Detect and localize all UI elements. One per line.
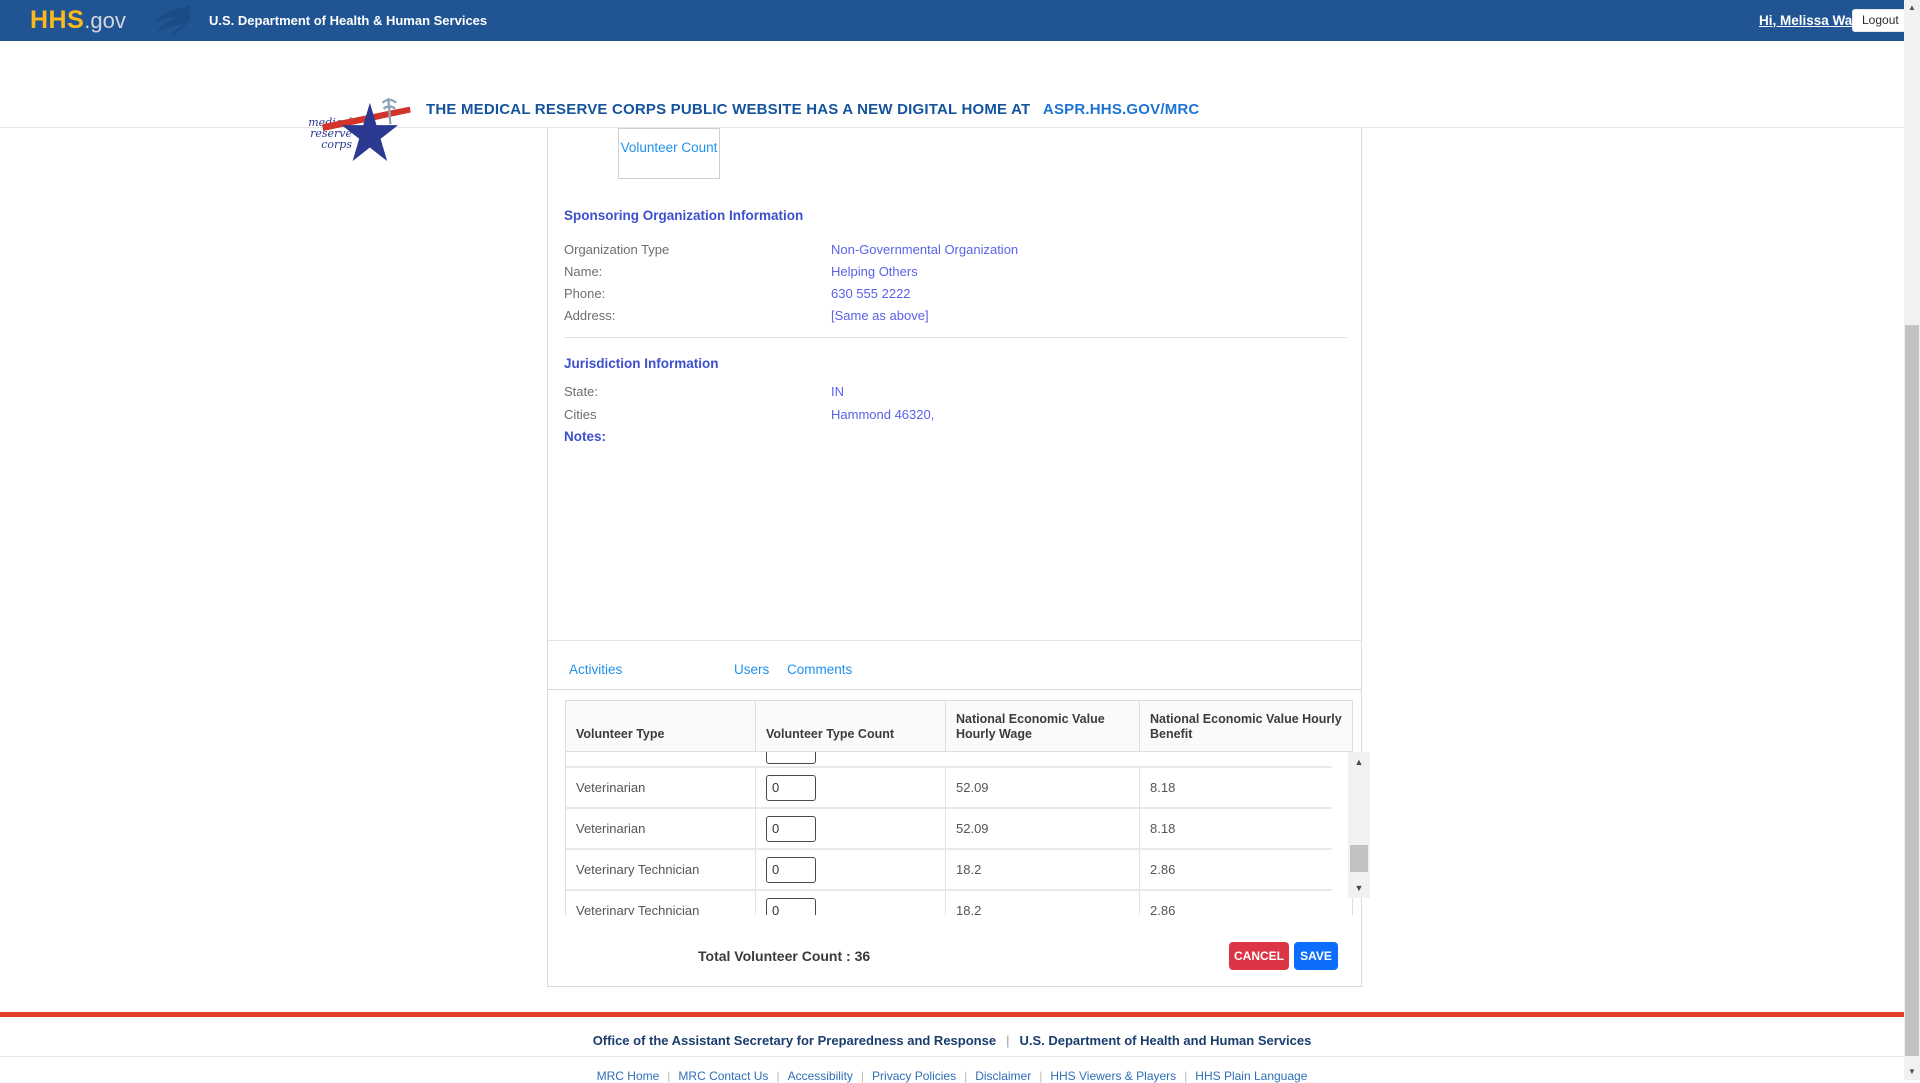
hourly-benefit-cell: 2.86 [1150,903,1176,915]
footer-link-disclaimer[interactable]: Disclaimer [975,1069,1031,1083]
volunteer-type-cell: Veterinarian [566,809,756,848]
tab-volunteer-count[interactable]: Volunteer Count [618,128,720,179]
volunteer-table-header: Volunteer Type Volunteer Type Count Nati… [565,700,1353,752]
save-button[interactable]: SAVE [1294,942,1338,970]
scrollbar-down-arrow-icon[interactable]: ▼ [1904,1064,1920,1080]
table-scrollbar: ▲ ▼ [1348,752,1370,898]
table-scroll-down-arrow-icon[interactable]: ▼ [1348,878,1370,898]
browser-scrollbar: ▲ ▼ [1904,0,1920,1080]
volunteer-type-cell: Veterinarian [566,768,756,807]
footer-link-accessibility[interactable]: Accessibility [788,1069,853,1083]
org-phone-value: 630 555 2222 [831,286,911,301]
footer-link-mrc-contact[interactable]: MRC Contact Us [678,1069,768,1083]
scrollbar-up-arrow-icon[interactable]: ▲ [1904,0,1920,16]
notes-label: Notes: [564,429,607,444]
org-name-value: Helping Others [831,264,918,279]
hourly-wage-cell: 52.09 [946,768,1140,807]
volunteer-table-body: Veterinarian 52.09 8.18 Veterinarian 52.… [565,752,1353,915]
cancel-button[interactable]: CANCEL [1229,942,1289,970]
volunteer-type-cell: Veterinary Technician [566,850,756,889]
footer-org-hhs: U.S. Department of Health and Human Serv… [1019,1033,1312,1048]
organization-detail-card: Sponsoring Organization Information Orga… [547,128,1370,987]
table-row: Veterinary Technician 18.2 2.86 [566,850,1332,891]
volunteer-count-input[interactable] [766,856,816,883]
column-header-volunteer-type-count: Volunteer Type Count [756,701,946,751]
hourly-wage-cell: 52.09 [946,809,1140,848]
tab-users[interactable]: Users [734,651,769,689]
table-row: Veterinarian 52.09 8.18 [566,809,1332,850]
banner-message: THE MEDICAL RESERVE CORPS PUBLIC WEBSITE… [426,101,1199,118]
footer-divider [0,1056,1904,1057]
logout-button[interactable]: Logout [1852,9,1909,32]
cities-value: Hammond 46320, [831,407,935,422]
footer-link-mrc-home[interactable]: MRC Home [597,1069,660,1083]
hhs-gov-logo[interactable]: HHS.gov [30,6,126,35]
org-address-label: Address: [564,308,616,323]
footer-red-divider [0,1012,1904,1017]
tab-activities[interactable]: Activities [569,651,622,689]
hourly-benefit-cell: 2.86 [1150,862,1176,877]
hhs-logo-primary: HHS [30,6,85,34]
mrc-star-logo-icon [322,97,411,162]
volunteer-count-input[interactable] [766,897,816,915]
user-greeting-link[interactable]: Hi, Melissa Watt [1759,0,1861,41]
footer-org-line: Office of the Assistant Secretary for Pr… [592,1033,1312,1048]
hourly-wage-cell: 18.2 [946,891,1140,915]
sponsor-section-title: Sponsoring Organization Information [564,208,804,223]
column-header-nev-hourly-wage: National Economic Value Hourly Wage [946,701,1140,751]
mrc-banner: medical reserve corps THE MEDICAL RESERV… [0,41,1904,162]
state-label: State: [564,384,598,399]
hourly-benefit-cell: 8.18 [1150,780,1176,795]
section-divider [564,337,1347,338]
tabs-top-divider [548,640,1361,641]
hhs-logo-suffix: .gov [84,8,126,33]
column-header-volunteer-type: Volunteer Type [566,701,756,751]
volunteer-count-input[interactable] [766,774,816,801]
department-title: U.S. Department of Health & Human Servic… [209,13,488,28]
footer-link-plain-language[interactable]: HHS Plain Language [1195,1069,1307,1083]
org-address-value: [Same as above] [831,308,929,323]
org-phone-label: Phone: [564,286,606,301]
banner-message-text: THE MEDICAL RESERVE CORPS PUBLIC WEBSITE… [426,101,1031,118]
footer-link-privacy[interactable]: Privacy Policies [872,1069,956,1083]
total-volunteer-count: Total Volunteer Count : 36 [698,948,871,964]
scrollbar-thumb[interactable] [1905,325,1919,1056]
page: HHS.gov U.S. Department of Health & Huma… [0,0,1909,1083]
table-row: Veterinary Technician 18.2 2.86 [566,891,1332,915]
cities-label: Cities [564,407,597,422]
volunteer-type-cell: Veterinary Technician [566,891,756,915]
table-row-partial-top [566,752,1332,768]
table-row: Veterinarian 52.09 8.18 [566,768,1332,809]
table-scroll-up-arrow-icon[interactable]: ▲ [1348,752,1370,772]
hourly-benefit-cell: 8.18 [1150,821,1176,836]
jurisdiction-section-title: Jurisdiction Information [564,356,719,371]
footer-link-viewers[interactable]: HHS Viewers & Players [1050,1069,1176,1083]
volunteer-count-input[interactable] [766,752,816,764]
state-value: IN [831,384,844,399]
volunteer-count-input[interactable] [766,815,816,842]
tab-strip: Activities Users Comments [548,651,1361,690]
banner-mrc-link[interactable]: ASPR.HHS.GOV/MRC [1043,101,1200,118]
tab-comments[interactable]: Comments [787,651,852,689]
footer-links: MRC Home | MRC Contact Us | Accessibility | Pr… [596,1069,1308,1083]
column-header-nev-hourly-benefit: National Economic Value Hourly Benefit [1150,712,1342,741]
top-header-bar: HHS.gov U.S. Department of Health & Huma… [0,0,1909,41]
footer-org-aspr: Office of the Assistant Secretary for Pr… [592,1033,997,1048]
org-type-label: Organization Type [564,242,670,257]
hhs-eagle-icon [154,5,190,37]
hourly-wage-cell: 18.2 [946,850,1140,889]
org-name-label: Name: [564,264,603,279]
table-scrollbar-thumb[interactable] [1350,845,1368,872]
org-type-value: Non-Governmental Organization [831,242,1019,257]
